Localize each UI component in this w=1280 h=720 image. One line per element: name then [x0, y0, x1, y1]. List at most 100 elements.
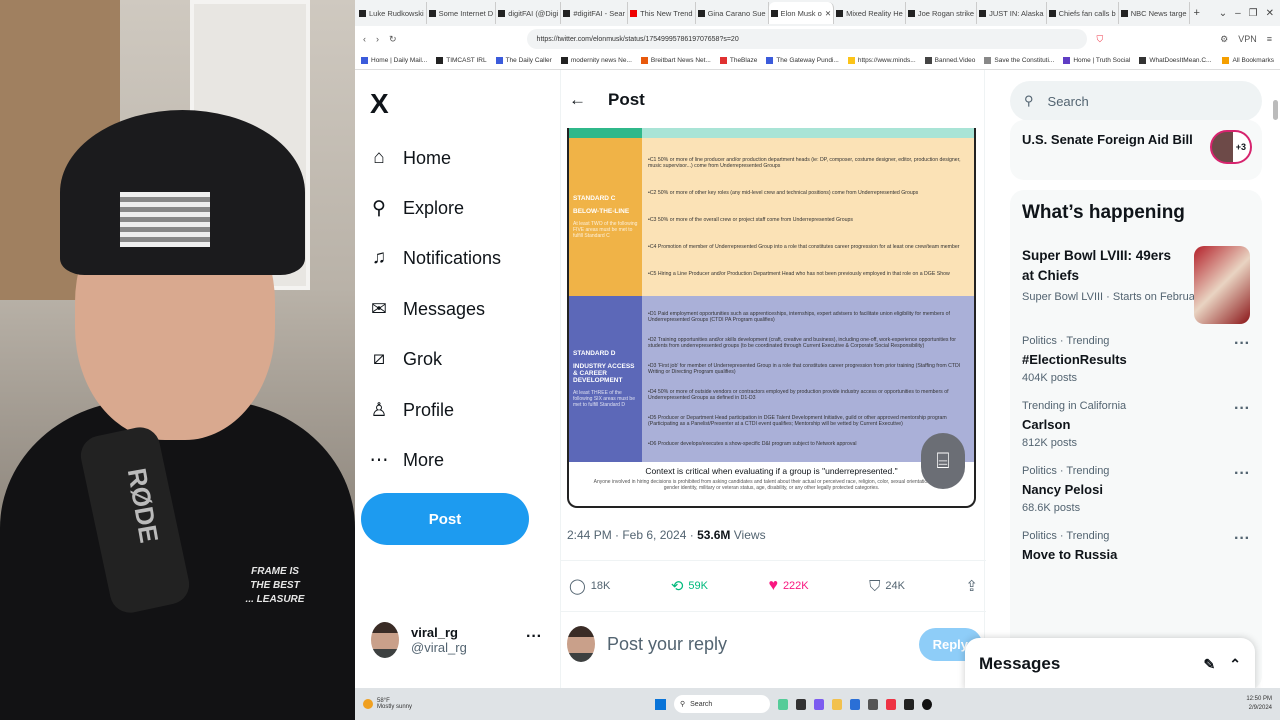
task-view-icon[interactable]	[796, 698, 806, 710]
browser-tab[interactable]: digitFAI (@Digi	[496, 2, 562, 24]
nav-more[interactable]: ⋯ More	[369, 449, 445, 472]
featured-trend[interactable]: Super Bowl LVIII: 49ers at Chiefs Super …	[1022, 246, 1250, 324]
trend-item[interactable]: Politics · Trending #ElectionResults 404K …	[1022, 335, 1250, 384]
search-input[interactable]: ⚲ Search	[1010, 81, 1262, 121]
menu-icon[interactable]: ≡	[1267, 34, 1272, 44]
visual-search-lens-icon[interactable]: ⌸	[921, 433, 965, 489]
minimize-icon[interactable]: –	[1235, 8, 1241, 19]
reply-input[interactable]: Post your reply	[607, 634, 727, 655]
bookmark[interactable]: Home | Truth Social	[1063, 57, 1130, 64]
post-button[interactable]: Post	[361, 493, 529, 545]
nav-home[interactable]: ⌂ Home	[369, 147, 451, 169]
scrollbar[interactable]	[1273, 100, 1278, 120]
reply-action[interactable]: ◯ 18K	[569, 577, 610, 595]
shirt-print-text: FRAME IS THE BEST ... LEASURE	[245, 566, 305, 605]
browser-tab[interactable]: #digitFAI - Sear	[561, 2, 629, 24]
search-icon: ⚲	[680, 701, 686, 708]
nav-explore[interactable]: ⚲ Explore	[369, 197, 464, 220]
app-icon[interactable]	[904, 698, 914, 710]
like-action[interactable]: ♥ 222K	[768, 577, 808, 595]
browser-tab[interactable]: Joe Rogan strike	[906, 2, 978, 24]
more-dots-icon[interactable]: ···	[526, 628, 542, 646]
bookmark[interactable]: Save the Constituti...	[984, 57, 1054, 64]
bookmark[interactable]: TheBlaze	[719, 57, 757, 64]
browser-tab[interactable]: JUST IN: Alaska	[977, 2, 1047, 24]
repost-action[interactable]: ⟲ 59K	[671, 577, 708, 595]
bookmark[interactable]: Banned.Video	[924, 57, 975, 64]
more-dots-icon[interactable]: ···	[1234, 400, 1250, 418]
browser-tab[interactable]: Chiefs fan calls b	[1047, 2, 1119, 24]
obs-icon[interactable]	[922, 698, 932, 710]
browser-tab-active[interactable]: Elon Musk o ✕	[768, 2, 835, 24]
brave-shield-icon[interactable]: ⛉	[1097, 34, 1104, 45]
browser-tab[interactable]: Gina Carano Sue	[696, 2, 769, 24]
system-clock[interactable]: 12:50 PM 2/9/2024	[1246, 695, 1280, 713]
spaces-card[interactable]: U.S. Senate Foreign Aid Bill +3	[1010, 120, 1262, 180]
browser-tab[interactable]: Luke Rudkowski	[357, 2, 427, 24]
bookmark[interactable]: https://www.minds...	[847, 57, 916, 64]
x-logo[interactable]: X	[370, 88, 389, 120]
close-window-icon[interactable]: ✕	[1266, 8, 1274, 19]
timestamp[interactable]: 2:44 PM · Feb 6, 2024 ·	[567, 528, 697, 542]
share-icon[interactable]: ⇪	[965, 577, 978, 595]
chat-icon[interactable]	[814, 698, 824, 710]
tab-search-icon[interactable]: ⌄	[1219, 8, 1227, 19]
more-dots-icon[interactable]: ···	[1234, 465, 1250, 483]
section-heading: What’s happening	[1022, 202, 1185, 223]
store-icon[interactable]	[850, 698, 860, 710]
more-dots-icon[interactable]: ···	[1234, 335, 1250, 353]
windows-start-icon[interactable]	[655, 698, 666, 710]
trend-item[interactable]: Trending in California Carlson 812K posts ·…	[1022, 400, 1250, 449]
back-arrow-icon[interactable]: ←	[569, 90, 586, 110]
bookmark[interactable]: TIMCAST IRL	[436, 57, 487, 64]
new-tab-button[interactable]: +	[1190, 7, 1204, 19]
browser-tab[interactable]: NBC News targe	[1119, 2, 1190, 24]
bookmark-action[interactable]: ⛉ 24K	[869, 578, 905, 595]
messages-drawer[interactable]: Messages ✎ ⌃	[965, 638, 1255, 688]
extensions-icon[interactable]: ⚙	[1220, 34, 1228, 45]
avatar	[567, 626, 595, 662]
browser-tab[interactable]: This New Trend	[628, 2, 696, 24]
new-message-icon[interactable]: ✎	[1204, 656, 1216, 673]
file-explorer-icon[interactable]	[832, 698, 842, 710]
brave-icon[interactable]	[886, 698, 896, 710]
close-tab-icon[interactable]: ✕	[825, 9, 831, 18]
restore-icon[interactable]: ❐	[1249, 8, 1258, 19]
nav-notifications[interactable]: ♫ Notifications	[369, 247, 501, 269]
space-title: U.S. Senate Foreign Aid Bill	[1022, 132, 1193, 147]
favicon-icon	[359, 9, 366, 17]
account-switcher[interactable]: viral_rg @viral_rg ···	[371, 622, 542, 658]
bookmark[interactable]: WhatDoesItMean.C...	[1139, 57, 1211, 64]
vpn-button[interactable]: VPN	[1238, 34, 1257, 44]
forward-icon[interactable]: ›	[376, 34, 379, 44]
taskbar-search[interactable]: ⚲ Search	[674, 695, 770, 713]
url-field[interactable]: https://twitter.com/elonmusk/status/1754…	[526, 29, 1087, 49]
expand-icon[interactable]: ⌃	[1229, 656, 1241, 673]
copilot-icon[interactable]	[778, 698, 788, 710]
all-bookmarks[interactable]: All Bookmarks	[1222, 57, 1274, 64]
favicon-icon	[836, 9, 844, 17]
weather-widget[interactable]: 58°F Mostly sunny	[355, 698, 655, 710]
bookmark[interactable]: The Daily Caller	[495, 57, 552, 64]
user-handle: @viral_rg	[411, 640, 467, 655]
criterion: •C4 Promotion of member of Underrepresen…	[648, 244, 960, 251]
more-dots-icon[interactable]: ···	[1234, 530, 1250, 548]
nav-grok[interactable]: ⧄ Grok	[369, 348, 442, 370]
reload-icon[interactable]: ↻	[389, 34, 397, 45]
app-icon[interactable]	[868, 698, 878, 710]
post-image[interactable]: STANDARD C BELOW-THE-LINE At least TWO of …	[567, 128, 976, 508]
nav-profile[interactable]: ♙ Profile	[369, 399, 454, 422]
bookmark[interactable]: modernity news Ne...	[560, 57, 632, 64]
bookmark[interactable]: Home | Daily Mail...	[361, 57, 427, 64]
back-icon[interactable]: ‹	[363, 34, 366, 44]
trend-item[interactable]: Politics · Trending Move to Russia ···	[1022, 530, 1250, 562]
browser-tab[interactable]: Mixed Reality He	[834, 2, 906, 24]
trend-item[interactable]: Politics · Trending Nancy Pelosi 68.6K pos…	[1022, 465, 1250, 514]
browser-tab[interactable]: Some Internet D	[427, 2, 497, 24]
search-icon: ⚲	[372, 198, 386, 219]
standard-d-section: STANDARD D INDUSTRY ACCESS & CAREER DEVEL…	[569, 296, 974, 462]
tab-strip: Luke Rudkowski Some Internet D digitFAI …	[355, 0, 1280, 26]
bookmark[interactable]: Breitbart News Net...	[640, 57, 711, 64]
nav-messages[interactable]: ✉ Messages	[369, 298, 485, 321]
bookmark[interactable]: The Gateway Pundi...	[766, 57, 839, 64]
